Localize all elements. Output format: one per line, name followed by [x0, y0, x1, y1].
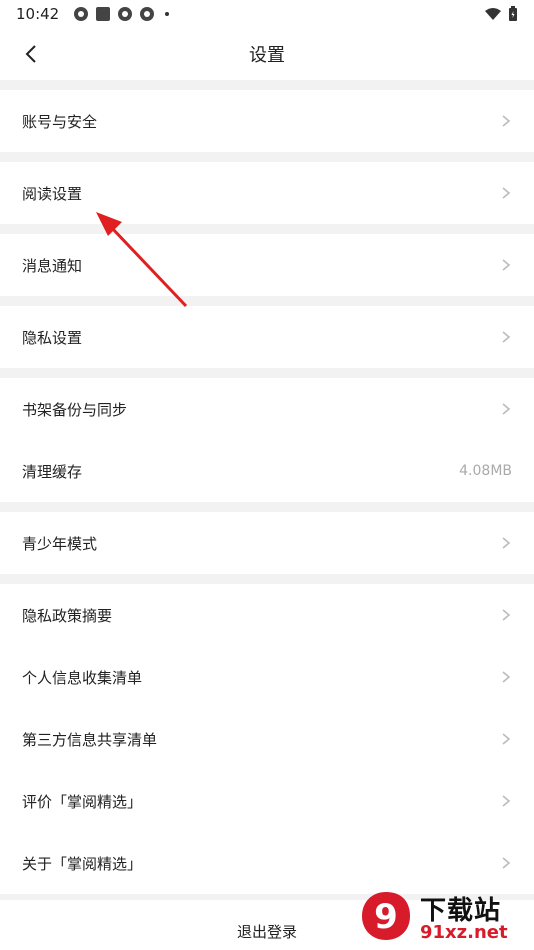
- settings-group: 书架备份与同步 清理缓存 4.08MB: [0, 378, 534, 502]
- settings-row-label: 阅读设置: [22, 184, 83, 203]
- chevron-right-icon: [502, 733, 511, 745]
- settings-row-label: 关于「掌阅精选」: [22, 854, 143, 873]
- settings-group: 隐私设置: [0, 306, 534, 368]
- settings-group: 消息通知: [0, 234, 534, 296]
- chevron-right-icon: [502, 609, 511, 621]
- logout-label: 退出登录: [236, 922, 297, 941]
- settings-row-label: 个人信息收集清单: [22, 668, 143, 687]
- settings-row-label: 第三方信息共享清单: [22, 730, 158, 749]
- back-arrow-icon[interactable]: [20, 42, 44, 66]
- settings-row-label: 书架备份与同步: [22, 400, 128, 419]
- settings-row-label: 清理缓存: [22, 462, 83, 481]
- settings-row-label: 青少年模式: [22, 534, 98, 553]
- settings-row[interactable]: 账号与安全: [0, 90, 534, 152]
- settings-row[interactable]: 个人信息收集清单: [0, 646, 534, 708]
- settings-row[interactable]: 消息通知: [0, 234, 534, 296]
- settings-list: 账号与安全阅读设置消息通知隐私设置书架备份与同步 清理缓存 4.08MB 青少年模式隐…: [0, 90, 534, 894]
- settings-row[interactable]: 阅读设置: [0, 162, 534, 224]
- settings-row[interactable]: 关于「掌阅精选」: [0, 832, 534, 894]
- chevron-right-icon: [502, 795, 511, 807]
- settings-row[interactable]: 隐私设置: [0, 306, 534, 368]
- status-notification-icons: [73, 6, 170, 22]
- watermark-domain: 91xz.net: [420, 922, 508, 943]
- settings-row-label: 消息通知: [22, 256, 83, 275]
- chevron-right-icon: [502, 115, 511, 127]
- wifi-icon: [485, 8, 501, 20]
- status-system-icons: [484, 6, 518, 22]
- settings-row[interactable]: 青少年模式: [0, 512, 534, 574]
- settings-row[interactable]: 书架备份与同步: [0, 378, 534, 440]
- chevron-right-icon: [502, 259, 511, 271]
- status-bar: 10:42: [0, 0, 534, 28]
- settings-row[interactable]: 评价「掌阅精选」: [0, 770, 534, 832]
- watermark-logo-icon: 9: [362, 892, 410, 940]
- aperture-icon: [74, 7, 89, 21]
- aperture-icon: [118, 7, 133, 21]
- cache-size-value: 4.08MB: [459, 463, 512, 479]
- settings-group: 青少年模式: [0, 512, 534, 574]
- settings-row-label: 隐私政策摘要: [22, 606, 113, 625]
- chevron-right-icon: [502, 671, 511, 683]
- settings-row[interactable]: 隐私政策摘要: [0, 584, 534, 646]
- settings-row[interactable]: 清理缓存 4.08MB: [0, 440, 534, 502]
- nav-bar: 设置: [0, 28, 534, 80]
- settings-group: 账号与安全: [0, 90, 534, 152]
- chevron-right-icon: [502, 537, 511, 549]
- aperture-icon: [140, 7, 155, 21]
- settings-group: 阅读设置: [0, 162, 534, 224]
- chevron-right-icon: [502, 187, 511, 199]
- watermark-badge-text: 9: [374, 897, 398, 937]
- more-dot-icon: [165, 12, 170, 16]
- settings-group: 隐私政策摘要个人信息收集清单 第三方信息共享清单 评价「掌阅精选」 关于「掌阅精选」: [0, 584, 534, 894]
- chevron-right-icon: [502, 403, 511, 415]
- settings-row[interactable]: 第三方信息共享清单: [0, 708, 534, 770]
- page-title: 设置: [249, 45, 285, 66]
- settings-row-label: 隐私设置: [22, 328, 83, 347]
- battery-icon: [509, 6, 517, 21]
- chevron-right-icon: [502, 857, 511, 869]
- settings-row-label: 账号与安全: [22, 112, 98, 131]
- settings-row-label: 评价「掌阅精选」: [22, 792, 143, 811]
- app-square-icon: [96, 7, 111, 21]
- status-time: 10:42: [16, 5, 60, 23]
- watermark: 9 下载站 91xz.net: [358, 888, 528, 948]
- chevron-right-icon: [502, 331, 511, 343]
